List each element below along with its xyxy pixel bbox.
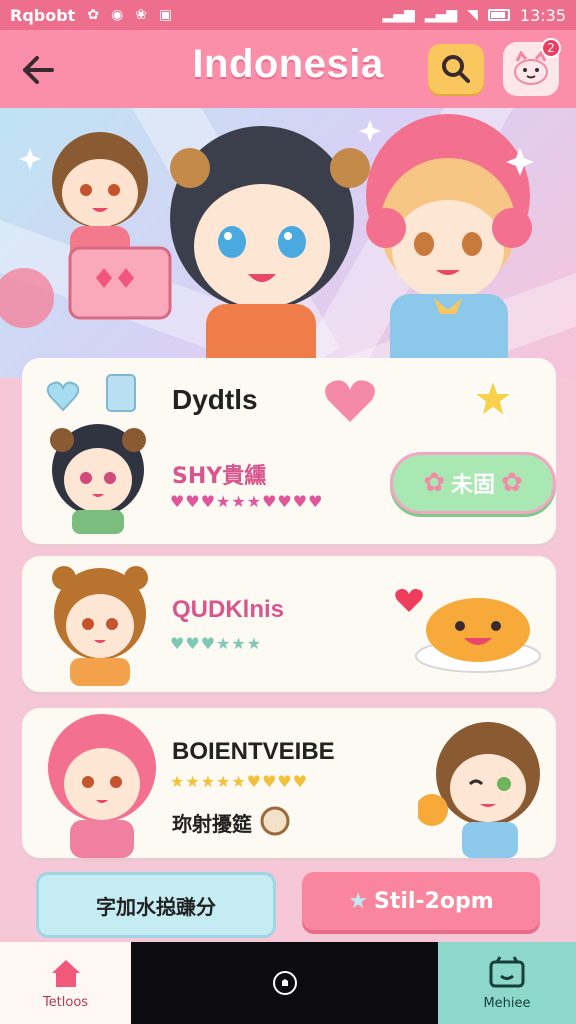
system-nav-bar (131, 942, 438, 1024)
rating-row: ♥♥♥★★★ (170, 634, 263, 653)
left-action-label: 字加水搃豏分 (96, 894, 216, 919)
blue-cube-icon (106, 374, 136, 412)
nav-home-tab[interactable]: Tetloos (0, 942, 131, 1024)
character-avatar (48, 714, 156, 858)
signal-icon-2: ▂▄▆ (424, 7, 458, 23)
card-subtitle: SHY貴纁 (172, 464, 267, 489)
bottom-nav: Tetloos Mehiee (0, 942, 576, 1024)
circle-icon: ◉ (111, 7, 124, 23)
nav-home-label: Tetloos (42, 994, 89, 1010)
cat-icon: ❀ (135, 7, 148, 23)
character-avatar (50, 424, 146, 534)
character-avatar-2 (418, 722, 540, 858)
hero-banner (0, 108, 576, 378)
rating-row: ♥♥♥★★★♥♥♥♥ (170, 492, 324, 511)
coin-icon (260, 806, 290, 836)
right-action-button[interactable]: ★ Stil-2opm (302, 872, 540, 930)
left-action-button[interactable]: 字加水搃豏分 (36, 872, 276, 938)
list-card[interactable]: BOIENTVEIBE ★★★★★♥♥♥♥ 珎射擾筵 (22, 708, 556, 858)
nav-messages-label: Mehiee (483, 995, 531, 1011)
smiling-bun-icon (415, 598, 541, 673)
right-action-label: Stil-2opm (374, 888, 494, 914)
home-icon (51, 959, 80, 987)
nav-messages-tab[interactable]: Mehiee (438, 942, 576, 1024)
page-title: Indonesia (192, 42, 384, 86)
wifi-icon: ◥ (467, 7, 478, 23)
pink-heart-icon (325, 380, 375, 422)
list-card[interactable]: Dydtls SHY貴纁 ♥♥♥★★★♥♥♥♥ ✿ 未固 ✿ (22, 358, 556, 544)
profile-button[interactable]: 2 (503, 38, 561, 96)
search-icon (442, 55, 470, 83)
card-title: QUDKlnis (172, 596, 285, 623)
hero-characters-illustration (0, 114, 534, 378)
search-button[interactable] (428, 44, 484, 94)
flower-icon: ✿ (423, 468, 445, 498)
notification-badge: 2 (541, 38, 561, 58)
chat-face-icon (489, 955, 525, 987)
status-bar: Rqbobt ✿ ◉ ❀ ▣ ▂▄▆ ▂▄▆ ◥ 13:35 (0, 0, 576, 30)
character-avatar (52, 566, 148, 686)
app-header: Indonesia 2 (0, 30, 576, 108)
heart-icon (46, 381, 80, 412)
battery-icon (487, 9, 510, 21)
flower-icon-2: ✿ (501, 468, 523, 498)
card-title: Dydtls (172, 384, 258, 415)
signal-icon: ▂▄▆ (382, 7, 415, 23)
star-icon: ★ (348, 888, 369, 914)
image-icon: ▣ (159, 7, 173, 23)
notification-icon: ✿ (87, 7, 100, 23)
card-title: BOIENTVEIBE (172, 738, 335, 765)
list-card[interactable]: QUDKlnis ♥♥♥★★★ (22, 556, 556, 692)
action-button[interactable]: ✿ 未固 ✿ (390, 452, 556, 514)
star-icon (470, 376, 516, 420)
rating-row: ★★★★★♥♥♥♥ (170, 772, 309, 791)
status-time: 13:35 (519, 5, 566, 25)
home-circle-icon[interactable] (271, 969, 299, 997)
action-button-label: 未固 (450, 473, 495, 498)
status-app-label: Rqbobt (10, 5, 76, 25)
card-subtitle: 珎射擾筵 (172, 812, 252, 836)
